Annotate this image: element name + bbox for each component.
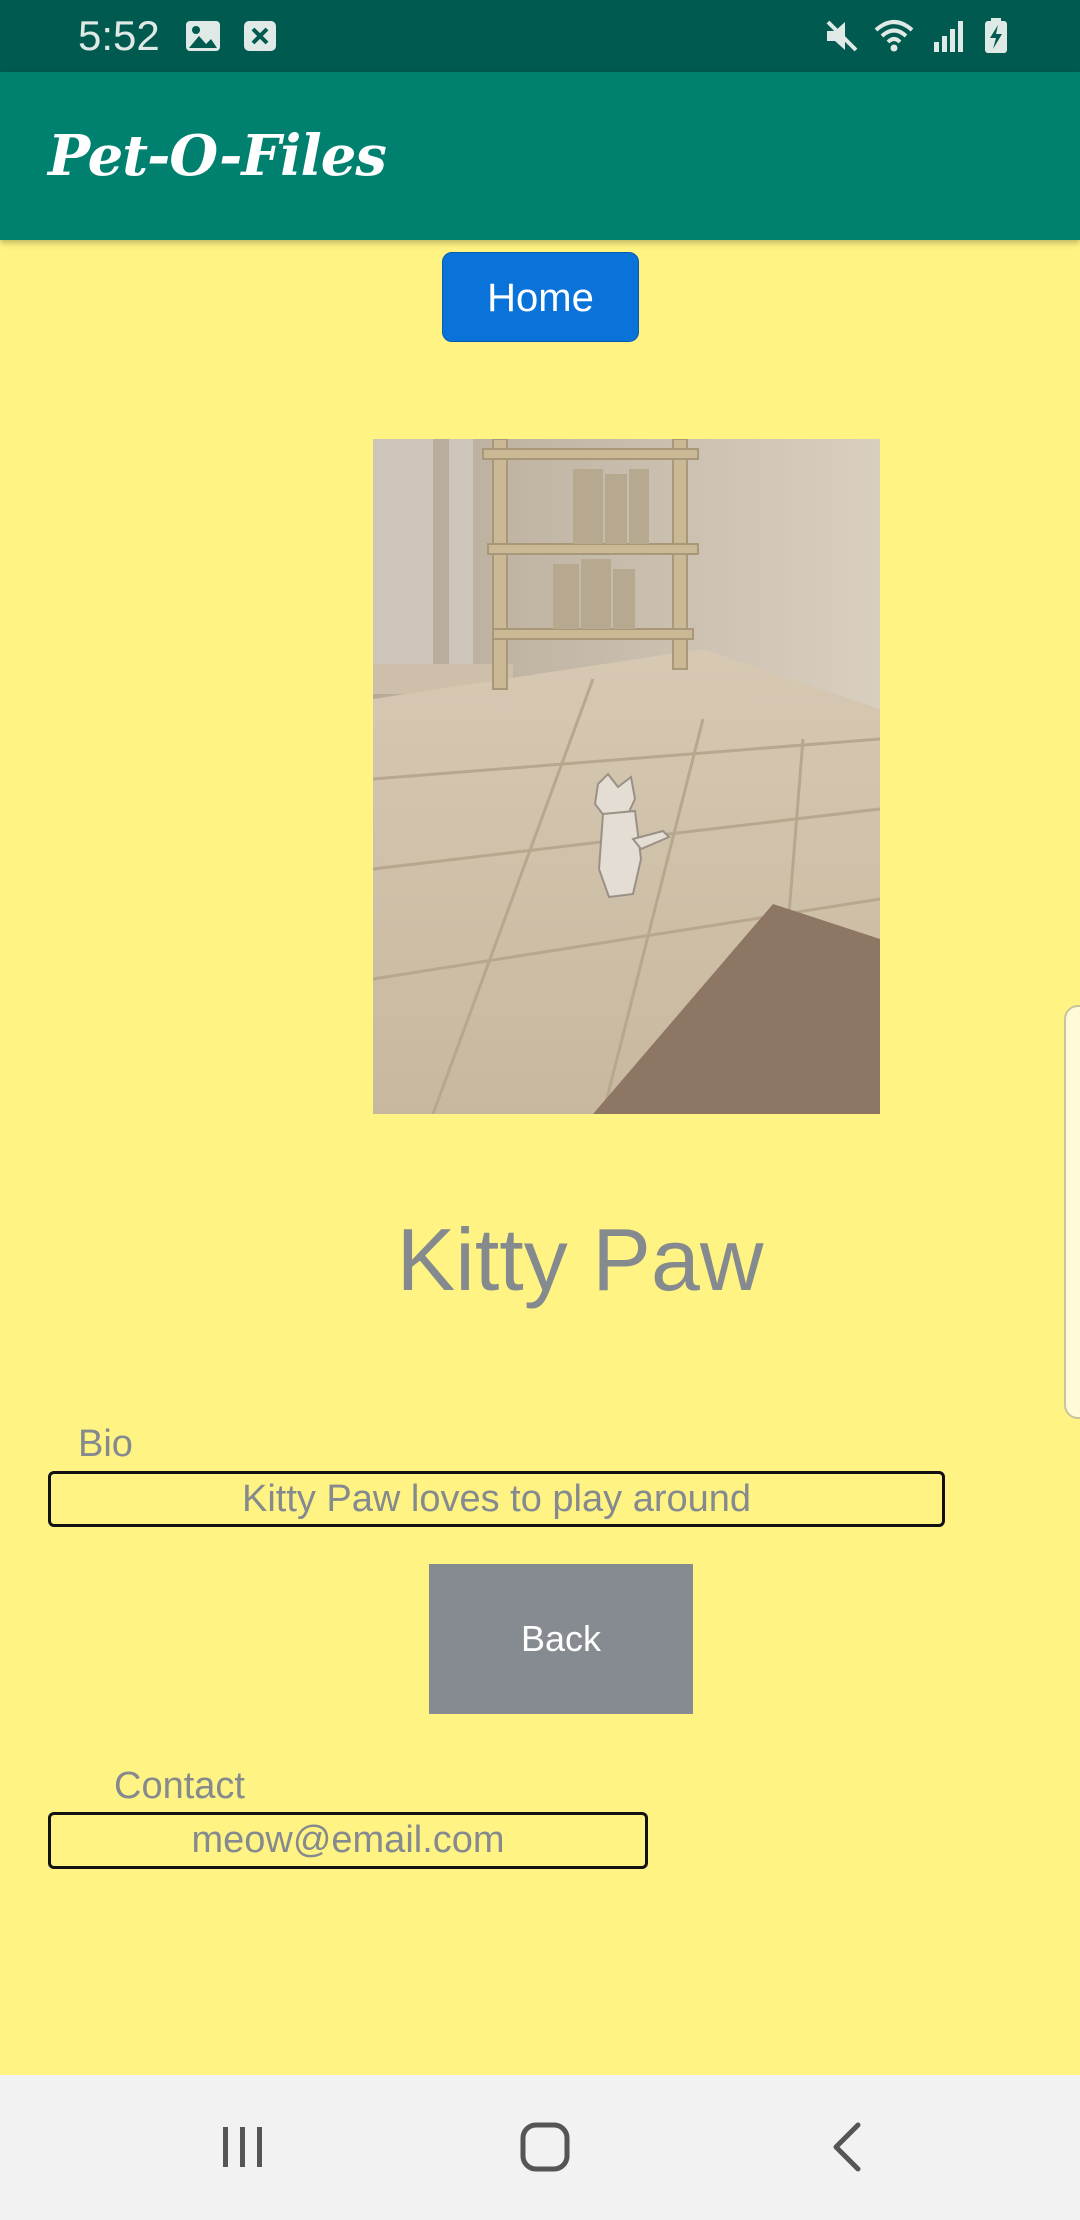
image-icon bbox=[183, 16, 223, 56]
signal-icon bbox=[930, 16, 970, 56]
home-button[interactable]: Home bbox=[442, 252, 639, 342]
close-box-icon bbox=[240, 16, 280, 56]
edge-panel-handle[interactable] bbox=[1064, 1005, 1080, 1419]
back-icon[interactable] bbox=[808, 2107, 888, 2187]
contact-field[interactable]: meow@email.com bbox=[48, 1812, 648, 1869]
status-time: 5:52 bbox=[78, 12, 160, 59]
battery-charging-icon bbox=[976, 16, 1016, 56]
navigation-bar bbox=[0, 2075, 1080, 2220]
pet-name: Kitty Paw bbox=[396, 1210, 764, 1309]
bio-field[interactable]: Kitty Paw loves to play around bbox=[48, 1471, 945, 1527]
home-icon[interactable] bbox=[505, 2107, 585, 2187]
bio-label: Bio bbox=[78, 1423, 133, 1465]
pet-photo bbox=[373, 439, 880, 1114]
app-bar: Pet-O-Files bbox=[0, 72, 1080, 240]
contact-label: Contact bbox=[114, 1765, 245, 1807]
back-button[interactable]: Back bbox=[429, 1564, 693, 1714]
wifi-icon bbox=[874, 16, 914, 56]
status-bar: 5:52 bbox=[0, 0, 1080, 72]
recents-icon[interactable] bbox=[203, 2107, 283, 2187]
mute-icon bbox=[822, 16, 862, 56]
app-title: Pet-O-Files bbox=[48, 123, 387, 189]
